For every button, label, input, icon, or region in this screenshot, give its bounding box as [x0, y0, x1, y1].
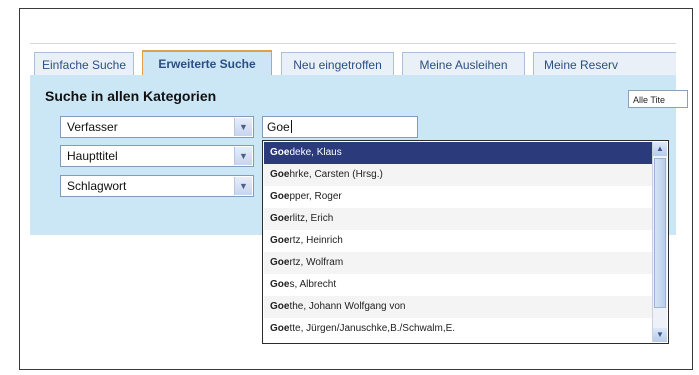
panel-title: Suche in allen Kategorien	[45, 88, 217, 104]
suggestion-rest: rtz, Wolfram	[289, 257, 344, 268]
suggestion-rest: rtz, Heinrich	[289, 235, 343, 246]
chevron-down-icon[interactable]: ▼	[234, 147, 252, 165]
suggestion-item[interactable]: Goes, Albrecht	[264, 274, 652, 296]
search-input[interactable]: Goe	[262, 116, 418, 138]
scroll-up-icon[interactable]: ▲	[653, 142, 667, 156]
tab-bar: Einfache Suche Erweiterte Suche Neu eing…	[30, 43, 676, 76]
text-caret	[290, 120, 292, 133]
suggestion-rest: s, Albrecht	[289, 279, 337, 290]
suggestion-rest: pper, Roger	[289, 191, 342, 202]
scroll-down-icon[interactable]: ▼	[653, 328, 667, 342]
chevron-down-icon[interactable]: ▼	[234, 118, 252, 136]
tab-erweiterte-suche[interactable]: Erweiterte Suche	[142, 50, 272, 76]
alle-titel-dropdown[interactable]: Alle Tite	[628, 90, 688, 108]
suggestion-match: Goe	[270, 279, 290, 290]
suggestion-item[interactable]: Goepper, Roger	[264, 186, 652, 208]
chevron-down-icon[interactable]: ▼	[234, 177, 252, 195]
scrollbar-thumb[interactable]	[654, 158, 666, 308]
suggestion-item[interactable]: Goethe, Johann Wolfgang von	[264, 296, 652, 318]
suggestion-match: Goe	[270, 169, 290, 180]
tab-meine-ausleihen[interactable]: Meine Ausleihen	[402, 52, 525, 76]
suggestion-item[interactable]: Goette, Jürgen/Januschke,B./Schwalm,E.	[264, 318, 652, 340]
suggestion-item[interactable]: Goerlitz, Erich	[264, 208, 652, 230]
field-select-verfasser[interactable]: Verfasser ▼	[60, 116, 254, 138]
tab-neu-eingetroffen[interactable]: Neu eingetroffen	[281, 52, 394, 76]
suggestion-match: Goe	[270, 147, 290, 158]
dropdown-scrollbar[interactable]: ▲ ▼	[652, 142, 667, 342]
search-input-value: Goe	[267, 120, 290, 134]
suggestion-rest: hrke, Carsten (Hrsg.)	[289, 169, 383, 180]
field-select-schlagwort[interactable]: Schlagwort ▼	[60, 175, 254, 197]
field-select-label: Schlagwort	[67, 179, 127, 193]
field-select-label: Verfasser	[67, 120, 118, 134]
tab-einfache-suche[interactable]: Einfache Suche	[34, 52, 134, 76]
suggestion-item[interactable]: Goedeke, Klaus	[264, 142, 652, 164]
tab-meine-reservierungen[interactable]: Meine Reserv	[533, 52, 676, 76]
suggestion-match: Goe	[270, 213, 290, 224]
field-select-haupttitel[interactable]: Haupttitel ▼	[60, 145, 254, 167]
suggestion-match: Goe	[270, 257, 290, 268]
field-select-label: Haupttitel	[67, 149, 118, 163]
suggestion-rest: rlitz, Erich	[289, 213, 334, 224]
suggestion-match: Goe	[270, 235, 290, 246]
autocomplete-dropdown: Goedeke, Klaus Goehrke, Carsten (Hrsg.) …	[262, 140, 669, 344]
suggestion-rest: deke, Klaus	[289, 147, 342, 158]
suggestion-match: Goe	[270, 191, 290, 202]
suggestion-item[interactable]: Goehrke, Carsten (Hrsg.)	[264, 164, 652, 186]
suggestion-item[interactable]: Goertz, Wolfram	[264, 252, 652, 274]
suggestion-match: Goe	[270, 323, 290, 334]
suggestion-rest: tte, Jürgen/Januschke,B./Schwalm,E.	[289, 323, 456, 334]
suggestion-item[interactable]: Goertz, Heinrich	[264, 230, 652, 252]
suggestion-rest: the, Johann Wolfgang von	[289, 301, 406, 312]
suggestion-match: Goe	[270, 301, 290, 312]
